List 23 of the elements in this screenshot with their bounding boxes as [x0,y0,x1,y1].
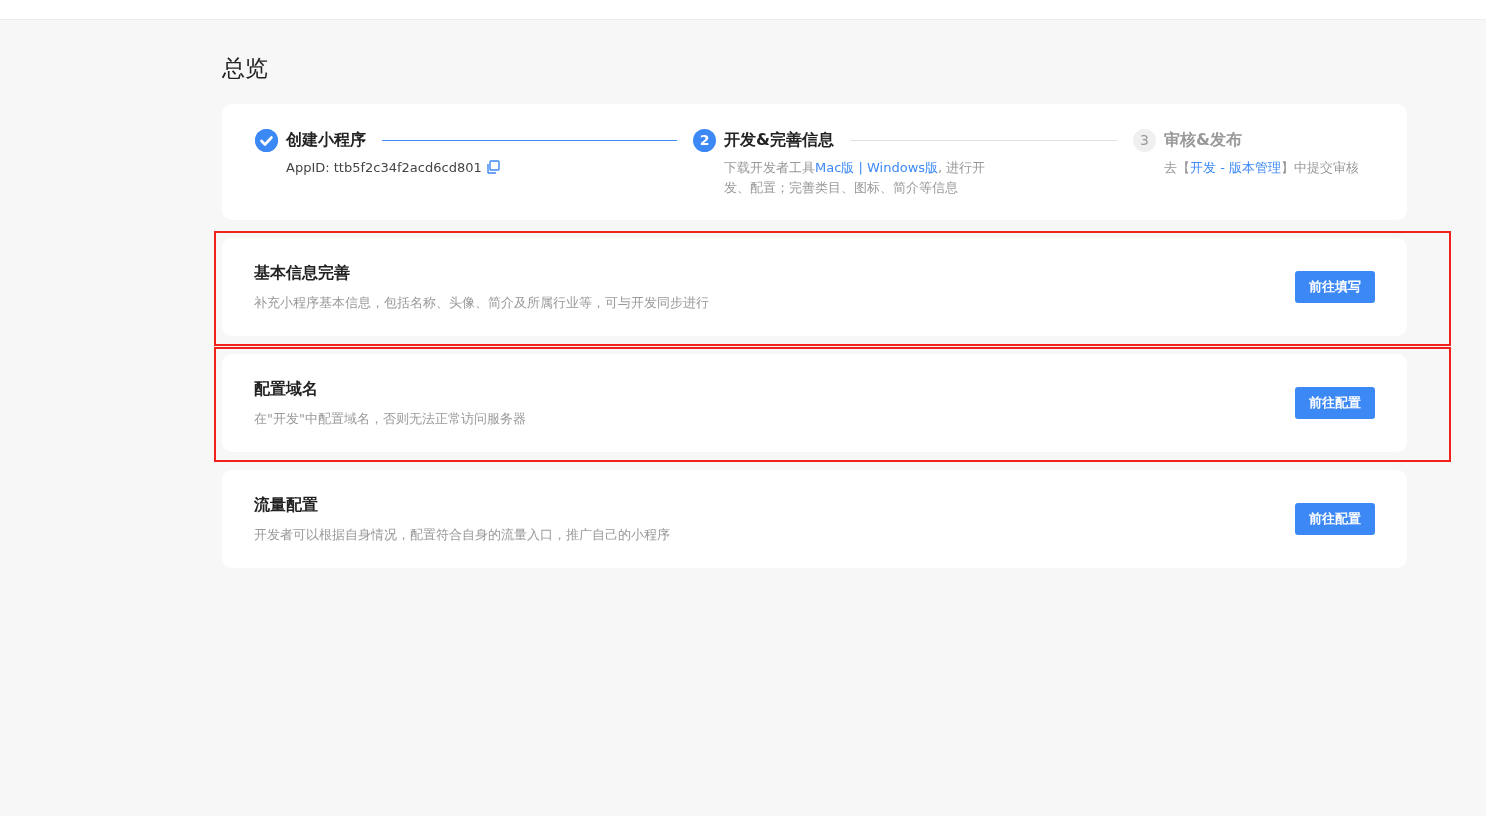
page-title: 总览 [222,54,269,83]
copy-icon[interactable] [485,160,500,174]
step-link[interactable]: 开发 - 版本管理 [1190,160,1281,175]
task-button[interactable]: 前往配置 [1295,503,1375,535]
step-description: 下载开发者工具Mac版 | Windows版, 进行开发、配置；完善类目、图标、简介等信息 [724,160,986,195]
task-button[interactable]: 前往填写 [1295,271,1375,303]
step-number: 2 [693,128,716,152]
step-description: 去【开发 - 版本管理】中提交审核 [1164,160,1359,175]
task-button[interactable]: 前往配置 [1295,387,1375,419]
task-title: 流量配置 [254,494,319,516]
check-icon [255,128,278,152]
step-title: 审核&发布 [1164,129,1242,151]
task-description: 开发者可以根据自身情况，配置符合自身的流量入口，推广自己的小程序 [254,525,671,544]
task-description: 补充小程序基本信息，包括名称、头像、简介及所属行业等，可与开发同步进行 [254,293,710,312]
step-number: 3 [1133,128,1156,152]
step-link[interactable]: | [854,160,867,175]
step-title: 开发&完善信息 [724,129,834,151]
step-title: 创建小程序 [286,129,366,151]
step-description: AppID: ttb5f2c34f2acd6cd801 [286,160,482,175]
task-title: 基本信息完善 [254,262,351,284]
task-title: 配置域名 [254,378,319,400]
step-link[interactable]: Mac版 [815,160,855,175]
task-description: 在"开发"中配置域名，否则无法正常访问服务器 [254,409,527,428]
